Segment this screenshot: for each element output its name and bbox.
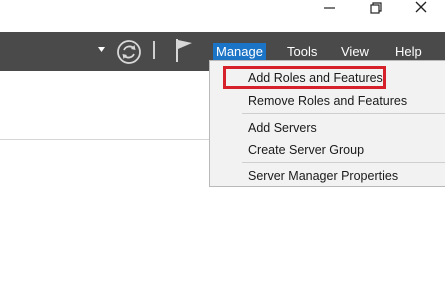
dropdown-caret-icon[interactable]: [98, 47, 106, 53]
refresh-icon[interactable]: [116, 39, 142, 65]
menu-item-add-servers[interactable]: Add Servers: [248, 120, 317, 136]
menu-separator: [242, 113, 445, 114]
menu-item-create-server-group[interactable]: Create Server Group: [248, 142, 364, 158]
window-title-bar: [0, 0, 445, 32]
toolbar-separator: [153, 41, 155, 59]
manage-dropdown-menu: Add Roles and Features Remove Roles and …: [209, 60, 445, 187]
menu-view[interactable]: View: [341, 43, 369, 60]
close-icon: [415, 1, 427, 13]
menu-tools[interactable]: Tools: [287, 43, 317, 60]
menu-item-server-manager-properties[interactable]: Server Manager Properties: [248, 168, 398, 184]
menu-help[interactable]: Help: [395, 43, 422, 60]
menu-separator: [242, 162, 445, 163]
minimize-icon: [324, 7, 335, 9]
menu-item-add-roles-and-features[interactable]: Add Roles and Features: [248, 70, 383, 86]
minimize-button[interactable]: [304, 0, 350, 32]
flag-icon[interactable]: [174, 37, 194, 63]
menu-manage[interactable]: Manage: [213, 43, 266, 60]
close-button[interactable]: [399, 0, 445, 32]
menu-item-remove-roles-and-features[interactable]: Remove Roles and Features: [248, 93, 407, 109]
restore-icon: [370, 2, 382, 14]
restore-button[interactable]: [352, 0, 398, 32]
